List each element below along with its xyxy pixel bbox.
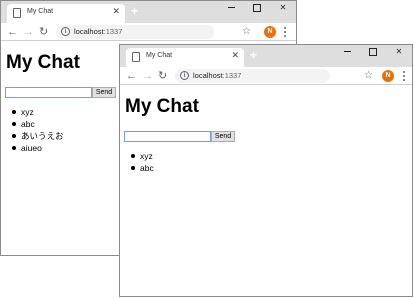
back-arrow-icon[interactable]: ← bbox=[126, 68, 137, 84]
info-icon[interactable]: i bbox=[61, 27, 70, 36]
close-window-button[interactable]: ✕ bbox=[386, 45, 412, 61]
tab-title: My Chat bbox=[27, 8, 54, 15]
address-bar[interactable]: i localhost:1337 bbox=[56, 25, 214, 39]
profile-avatar[interactable]: N bbox=[382, 70, 394, 82]
title-bar[interactable]: My Chat ✕ + ✕ bbox=[120, 45, 412, 67]
bookmark-star-icon[interactable]: ☆ bbox=[364, 69, 373, 83]
document-icon bbox=[132, 52, 140, 62]
browser-toolbar: ← → ↻ i localhost:1337 ☆ N bbox=[1, 23, 296, 41]
message-item: xyz bbox=[130, 150, 154, 162]
close-window-button[interactable]: ✕ bbox=[270, 1, 296, 17]
message-item: xyz bbox=[11, 106, 64, 118]
page-content: My Chat Send xyz abc bbox=[120, 86, 412, 296]
send-button[interactable]: Send bbox=[92, 87, 116, 98]
page-title: My Chat bbox=[125, 96, 199, 117]
browser-tab[interactable]: My Chat ✕ bbox=[126, 48, 244, 67]
close-tab-icon[interactable]: ✕ bbox=[112, 6, 120, 17]
message-list: xyz abc bbox=[130, 150, 154, 174]
maximize-button[interactable] bbox=[360, 45, 386, 61]
message-input[interactable] bbox=[124, 131, 211, 142]
url-host: localhost bbox=[193, 71, 223, 80]
info-icon[interactable]: i bbox=[180, 71, 189, 80]
new-tab-button[interactable]: + bbox=[250, 48, 257, 62]
page-title: My Chat bbox=[6, 52, 80, 73]
reload-icon[interactable]: ↻ bbox=[158, 68, 167, 84]
message-item: abc bbox=[130, 162, 154, 174]
close-tab-icon[interactable]: ✕ bbox=[231, 50, 239, 61]
browser-window-front[interactable]: My Chat ✕ + ✕ ← → ↻ i localhost:1337 ☆ N… bbox=[119, 44, 413, 297]
kebab-menu-icon[interactable] bbox=[281, 25, 289, 39]
profile-avatar[interactable]: N bbox=[264, 26, 276, 38]
url-host: localhost bbox=[74, 27, 104, 36]
url-text[interactable]: localhost:1337 bbox=[74, 27, 122, 36]
document-icon bbox=[13, 8, 21, 18]
send-button[interactable]: Send bbox=[211, 131, 235, 142]
forward-arrow-icon[interactable]: → bbox=[142, 68, 153, 84]
url-port: :1337 bbox=[103, 27, 123, 36]
message-item: abc bbox=[11, 118, 64, 130]
url-port: :1337 bbox=[222, 71, 242, 80]
message-input[interactable] bbox=[5, 87, 92, 98]
reload-icon[interactable]: ↻ bbox=[39, 24, 48, 40]
new-tab-button[interactable]: + bbox=[131, 4, 138, 18]
title-bar[interactable]: My Chat ✕ + ✕ bbox=[1, 1, 296, 23]
browser-toolbar: ← → ↻ i localhost:1337 ☆ N bbox=[120, 67, 412, 85]
minimize-button[interactable] bbox=[218, 1, 244, 17]
message-item: あいうえお bbox=[11, 130, 64, 142]
kebab-menu-icon[interactable] bbox=[400, 69, 408, 83]
bookmark-star-icon[interactable]: ☆ bbox=[242, 25, 251, 39]
maximize-button[interactable] bbox=[244, 1, 270, 17]
forward-arrow-icon[interactable]: → bbox=[23, 24, 34, 40]
minimize-button[interactable] bbox=[334, 45, 360, 61]
tab-title: My Chat bbox=[146, 52, 173, 59]
address-bar[interactable]: i localhost:1337 bbox=[175, 69, 330, 83]
browser-tab[interactable]: My Chat ✕ bbox=[7, 4, 125, 23]
message-list: xyz abc あいうえお aiueo bbox=[11, 106, 64, 154]
url-text[interactable]: localhost:1337 bbox=[193, 71, 241, 80]
back-arrow-icon[interactable]: ← bbox=[7, 24, 18, 40]
message-item: aiueo bbox=[11, 142, 64, 154]
